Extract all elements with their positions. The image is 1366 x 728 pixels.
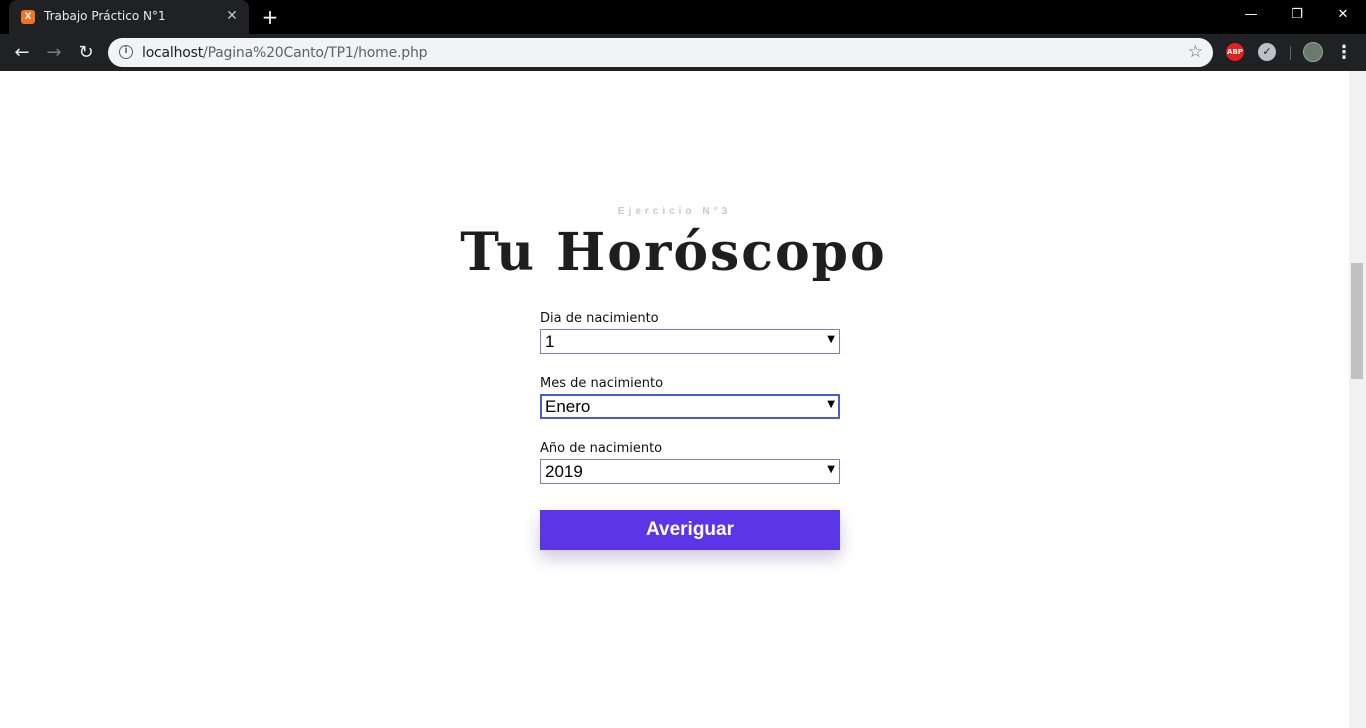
month-select-value: Enero bbox=[545, 397, 591, 416]
title-bar: X Trabajo Práctico N°1 ✕ + — ❐ ✕ bbox=[0, 0, 1366, 34]
url-text[interactable]: localhost/Pagina%20Canto/TP1/home.php bbox=[142, 45, 428, 61]
browser-tab[interactable]: X Trabajo Práctico N°1 ✕ bbox=[9, 0, 249, 34]
day-select-value: 1 bbox=[545, 332, 555, 351]
vertical-scrollbar[interactable] bbox=[1349, 71, 1366, 728]
averiguar-button[interactable]: Averiguar bbox=[540, 510, 840, 550]
dropdown-arrow-icon: ▼ bbox=[827, 334, 835, 345]
forward-arrow-icon[interactable]: → bbox=[40, 39, 68, 67]
horoscope-form: Dia de nacimiento 1 ▼ Mes de nacimiento … bbox=[540, 309, 840, 504]
url-host: localhost bbox=[142, 45, 204, 61]
address-bar[interactable]: i localhost/Pagina%20Canto/TP1/home.php … bbox=[108, 38, 1213, 67]
month-label: Mes de nacimiento bbox=[540, 376, 664, 391]
extension-icon[interactable]: ✓ bbox=[1258, 43, 1276, 61]
browser-toolbar: ← → ↻ i localhost/Pagina%20Canto/TP1/hom… bbox=[0, 34, 1366, 71]
tab-title: Trabajo Práctico N°1 bbox=[44, 9, 166, 23]
close-window-button[interactable]: ✕ bbox=[1320, 0, 1366, 30]
dropdown-arrow-icon: ▼ bbox=[827, 399, 835, 410]
scrollbar-thumb[interactable] bbox=[1351, 263, 1363, 379]
day-select[interactable]: 1 ▼ bbox=[540, 329, 840, 354]
year-select[interactable]: 2019 ▼ bbox=[540, 459, 840, 484]
restore-button[interactable]: ❐ bbox=[1274, 0, 1320, 30]
xampp-icon: X bbox=[21, 10, 35, 24]
profile-avatar[interactable] bbox=[1303, 42, 1323, 62]
adblock-plus-icon[interactable]: ABP bbox=[1226, 43, 1244, 61]
page-subtitle: Ejercicio N°3 bbox=[617, 206, 732, 217]
year-select-value: 2019 bbox=[545, 462, 583, 481]
reload-icon[interactable]: ↻ bbox=[72, 39, 100, 67]
toolbar-separator bbox=[1290, 46, 1291, 60]
kebab-menu-icon[interactable]: ⋮ bbox=[1334, 39, 1354, 67]
month-select[interactable]: Enero ▼ bbox=[540, 394, 840, 419]
year-label: Año de nacimiento bbox=[540, 441, 663, 456]
info-icon[interactable]: i bbox=[119, 45, 133, 59]
back-arrow-icon[interactable]: ← bbox=[8, 39, 36, 67]
url-path: /Pagina%20Canto/TP1/home.php bbox=[203, 45, 428, 61]
close-tab-icon[interactable]: ✕ bbox=[224, 8, 240, 24]
new-tab-button[interactable]: + bbox=[259, 6, 281, 28]
page-viewport: Ejercicio N°3 Tu Horóscopo Dia de nacimi… bbox=[0, 71, 1366, 728]
dropdown-arrow-icon: ▼ bbox=[827, 464, 835, 475]
page-title: Tu Horóscopo bbox=[460, 222, 887, 283]
bookmark-star-icon[interactable]: ☆ bbox=[1188, 42, 1203, 62]
day-label: Dia de nacimiento bbox=[540, 311, 659, 326]
minimize-button[interactable]: — bbox=[1228, 0, 1274, 30]
